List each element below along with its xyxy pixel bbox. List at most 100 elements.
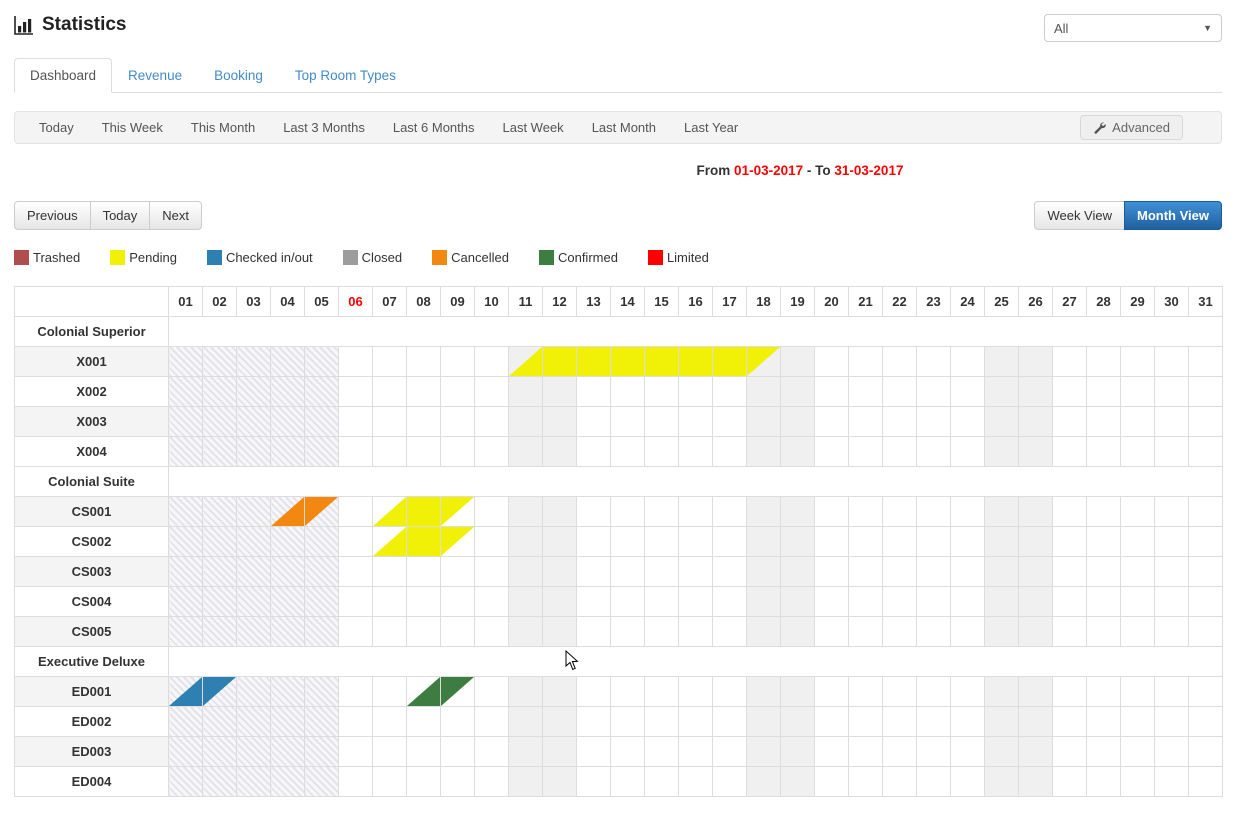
day-cell-CS001-13[interactable]: [577, 497, 611, 527]
day-cell-ED003-14[interactable]: [611, 737, 645, 767]
day-cell-CS001-12[interactable]: [543, 497, 577, 527]
day-cell-CS003-20[interactable]: [815, 557, 849, 587]
day-cell-X002-19[interactable]: [781, 377, 815, 407]
day-cell-CS002-19[interactable]: [781, 527, 815, 557]
day-cell-X004-04[interactable]: [271, 437, 305, 467]
day-cell-ED004-08[interactable]: [407, 767, 441, 797]
day-cell-CS004-31[interactable]: [1189, 587, 1223, 617]
day-cell-X004-12[interactable]: [543, 437, 577, 467]
day-cell-X001-14[interactable]: [611, 347, 645, 377]
day-cell-CS003-12[interactable]: [543, 557, 577, 587]
day-cell-X002-29[interactable]: [1121, 377, 1155, 407]
day-cell-X001-23[interactable]: [917, 347, 951, 377]
day-cell-CS004-24[interactable]: [951, 587, 985, 617]
day-cell-CS003-26[interactable]: [1019, 557, 1053, 587]
day-cell-ED002-08[interactable]: [407, 707, 441, 737]
filter-dropdown[interactable]: All ▼: [1044, 14, 1222, 42]
day-cell-ED001-14[interactable]: [611, 677, 645, 707]
day-cell-CS001-22[interactable]: [883, 497, 917, 527]
quick-filter-last-month[interactable]: Last Month: [578, 120, 670, 135]
day-cell-X001-13[interactable]: [577, 347, 611, 377]
day-cell-X001-17[interactable]: [713, 347, 747, 377]
day-cell-CS005-25[interactable]: [985, 617, 1019, 647]
day-cell-CS004-08[interactable]: [407, 587, 441, 617]
tab-dashboard[interactable]: Dashboard: [14, 58, 112, 93]
tab-top-room-types[interactable]: Top Room Types: [279, 58, 412, 93]
day-cell-CS002-24[interactable]: [951, 527, 985, 557]
day-cell-ED002-12[interactable]: [543, 707, 577, 737]
day-cell-CS003-11[interactable]: [509, 557, 543, 587]
day-cell-CS005-10[interactable]: [475, 617, 509, 647]
day-cell-ED001-13[interactable]: [577, 677, 611, 707]
booking-confirmed[interactable]: [441, 677, 474, 706]
day-cell-X003-17[interactable]: [713, 407, 747, 437]
day-cell-ED004-15[interactable]: [645, 767, 679, 797]
day-cell-CS004-17[interactable]: [713, 587, 747, 617]
day-cell-X003-22[interactable]: [883, 407, 917, 437]
day-cell-X004-15[interactable]: [645, 437, 679, 467]
day-cell-CS002-02[interactable]: [203, 527, 237, 557]
day-cell-X002-01[interactable]: [169, 377, 203, 407]
day-cell-ED003-12[interactable]: [543, 737, 577, 767]
day-cell-CS003-04[interactable]: [271, 557, 305, 587]
day-cell-X003-29[interactable]: [1121, 407, 1155, 437]
day-cell-X004-08[interactable]: [407, 437, 441, 467]
day-cell-ED001-08[interactable]: [407, 677, 441, 707]
day-cell-CS001-30[interactable]: [1155, 497, 1189, 527]
day-cell-CS004-18[interactable]: [747, 587, 781, 617]
today-button[interactable]: Today: [90, 201, 151, 230]
day-cell-CS002-27[interactable]: [1053, 527, 1087, 557]
day-cell-CS001-24[interactable]: [951, 497, 985, 527]
day-cell-X002-03[interactable]: [237, 377, 271, 407]
day-cell-CS005-19[interactable]: [781, 617, 815, 647]
day-cell-CS005-07[interactable]: [373, 617, 407, 647]
booking-pending[interactable]: [373, 497, 406, 526]
day-cell-ED001-04[interactable]: [271, 677, 305, 707]
day-cell-ED004-12[interactable]: [543, 767, 577, 797]
day-cell-X004-11[interactable]: [509, 437, 543, 467]
day-cell-ED002-05[interactable]: [305, 707, 339, 737]
day-cell-X004-20[interactable]: [815, 437, 849, 467]
day-cell-X003-16[interactable]: [679, 407, 713, 437]
day-cell-CS001-14[interactable]: [611, 497, 645, 527]
day-cell-ED004-01[interactable]: [169, 767, 203, 797]
day-cell-ED003-03[interactable]: [237, 737, 271, 767]
day-cell-CS005-18[interactable]: [747, 617, 781, 647]
day-cell-ED003-26[interactable]: [1019, 737, 1053, 767]
day-cell-ED003-27[interactable]: [1053, 737, 1087, 767]
day-cell-X004-09[interactable]: [441, 437, 475, 467]
day-cell-CS001-18[interactable]: [747, 497, 781, 527]
day-cell-X003-09[interactable]: [441, 407, 475, 437]
day-cell-CS003-31[interactable]: [1189, 557, 1223, 587]
day-cell-CS002-22[interactable]: [883, 527, 917, 557]
day-cell-CS004-27[interactable]: [1053, 587, 1087, 617]
day-cell-CS001-26[interactable]: [1019, 497, 1053, 527]
day-cell-CS003-16[interactable]: [679, 557, 713, 587]
day-cell-CS001-03[interactable]: [237, 497, 271, 527]
day-cell-CS003-23[interactable]: [917, 557, 951, 587]
day-cell-CS004-13[interactable]: [577, 587, 611, 617]
day-cell-ED004-28[interactable]: [1087, 767, 1121, 797]
day-cell-CS003-13[interactable]: [577, 557, 611, 587]
day-cell-X001-15[interactable]: [645, 347, 679, 377]
day-cell-ED002-01[interactable]: [169, 707, 203, 737]
day-cell-ED001-05[interactable]: [305, 677, 339, 707]
day-cell-CS005-04[interactable]: [271, 617, 305, 647]
day-cell-ED001-28[interactable]: [1087, 677, 1121, 707]
day-cell-X001-10[interactable]: [475, 347, 509, 377]
day-cell-CS001-02[interactable]: [203, 497, 237, 527]
day-cell-ED002-09[interactable]: [441, 707, 475, 737]
day-cell-X003-31[interactable]: [1189, 407, 1223, 437]
day-cell-ED003-28[interactable]: [1087, 737, 1121, 767]
day-cell-X001-28[interactable]: [1087, 347, 1121, 377]
booking-pending[interactable]: [679, 347, 712, 376]
day-cell-CS002-10[interactable]: [475, 527, 509, 557]
booking-pending[interactable]: [543, 347, 576, 376]
day-cell-CS003-08[interactable]: [407, 557, 441, 587]
day-cell-CS005-06[interactable]: [339, 617, 373, 647]
day-cell-ED004-22[interactable]: [883, 767, 917, 797]
day-cell-X004-05[interactable]: [305, 437, 339, 467]
day-cell-X001-22[interactable]: [883, 347, 917, 377]
day-cell-X001-21[interactable]: [849, 347, 883, 377]
day-cell-X001-20[interactable]: [815, 347, 849, 377]
